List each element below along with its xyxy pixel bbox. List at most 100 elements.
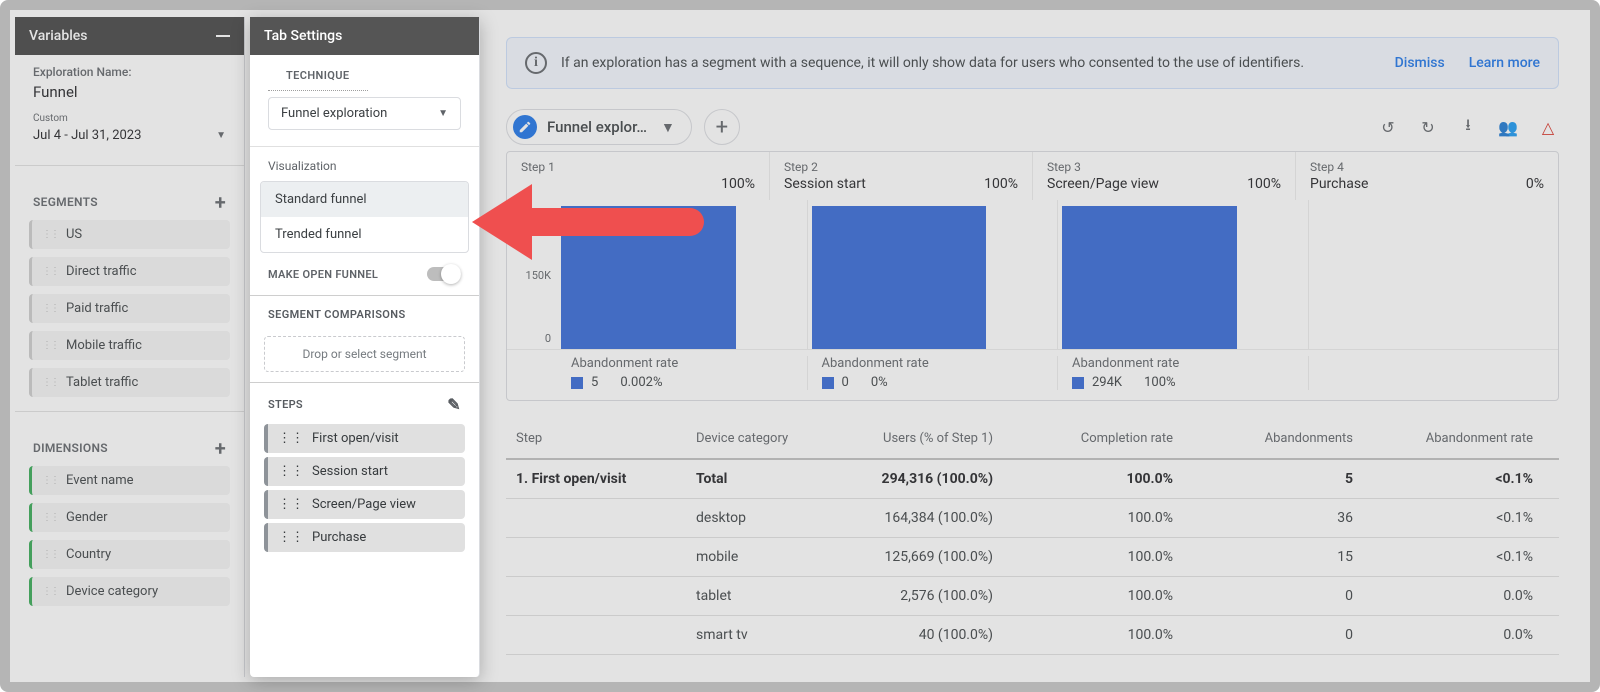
cell-users: 164,384 (100.0%) [866, 510, 1009, 526]
open-funnel-toggle[interactable] [427, 267, 461, 281]
grip-icon: ⋮⋮ [278, 431, 304, 446]
col-header: Device category [696, 431, 866, 446]
legend-swatch [1072, 377, 1084, 389]
cell-device: tablet [696, 588, 866, 604]
segment-chip[interactable]: ⋮⋮ Direct traffic [29, 257, 230, 286]
learn-more-link[interactable]: Learn more [1469, 55, 1540, 71]
edit-steps-icon[interactable]: ✎ [447, 395, 461, 414]
grip-icon: ⋮⋮ [42, 377, 58, 388]
steps-label: STEPS [268, 398, 303, 411]
table-row[interactable]: 1. First open/visitTotal294,316 (100.0%)… [506, 460, 1559, 499]
date-range-picker[interactable]: Jul 4 - Jul 31, 2023 ▼ [33, 124, 226, 147]
cell-device: mobile [696, 549, 866, 565]
step-chip[interactable]: ⋮⋮Screen/Page view [264, 490, 465, 519]
download-icon[interactable]: ⭳ [1457, 116, 1479, 138]
cell-device: Total [696, 471, 866, 487]
step-chip[interactable]: ⋮⋮Purchase [264, 523, 465, 552]
cell-arate: <0.1% [1369, 471, 1549, 487]
info-banner: i If an exploration has a segment with a… [506, 37, 1559, 89]
dismiss-link[interactable]: Dismiss [1395, 55, 1445, 71]
add-dimension-button[interactable]: + [215, 438, 226, 458]
chip-label: Device category [66, 584, 158, 599]
table-row[interactable]: tablet2,576 (100.0%)100.0%00.0% [506, 577, 1559, 616]
cell-users: 294,316 (100.0%) [866, 471, 1009, 487]
cell-device: smart tv [696, 627, 866, 643]
dimension-chip[interactable]: ⋮⋮Device category [29, 577, 230, 606]
cell-aband: 0 [1189, 588, 1369, 604]
active-tab[interactable]: Funnel explor… ▼ [506, 109, 692, 145]
variables-header: Variables [15, 17, 244, 55]
minimize-icon[interactable] [216, 35, 230, 37]
table-row[interactable]: mobile125,669 (100.0%)100.0%15<0.1% [506, 538, 1559, 577]
chip-label: Screen/Page view [312, 497, 416, 512]
open-funnel-label: MAKE OPEN FUNNEL [268, 268, 378, 281]
add-tab-button[interactable]: + [704, 109, 740, 145]
share-icon[interactable]: 👥 [1497, 116, 1519, 138]
cell-users: 40 (100.0%) [866, 627, 1009, 643]
visualization-label: Visualization [250, 147, 479, 177]
abandonment-value: 5 [591, 375, 598, 390]
chip-label: Direct traffic [66, 264, 137, 279]
step-name: Purchase [1310, 176, 1368, 192]
segments-header: SEGMENTS [33, 195, 98, 209]
warning-icon[interactable]: △ [1537, 116, 1559, 138]
undo-icon[interactable]: ↺ [1377, 116, 1399, 138]
chip-label: Gender [66, 510, 108, 525]
viz-option-standard[interactable]: Standard funnel [261, 182, 468, 217]
table-row[interactable]: smart tv40 (100.0%)100.0%00.0% [506, 616, 1559, 655]
dimension-chip[interactable]: ⋮⋮ Gender [29, 503, 230, 532]
legend-swatch [822, 377, 834, 389]
cell-completion: 100.0% [1009, 588, 1189, 604]
chip-label: Event name [66, 473, 134, 488]
exploration-name-value[interactable]: Funnel [33, 83, 226, 101]
data-table: StepDevice categoryUsers (% of Step 1)Co… [506, 419, 1559, 655]
chip-label: Tablet traffic [66, 375, 138, 390]
cell-arate: <0.1% [1369, 510, 1549, 526]
grip-icon: ⋮⋮ [42, 266, 58, 277]
abandonment-value: 294K [1092, 375, 1122, 390]
table-row[interactable]: desktop164,384 (100.0%)100.0%36<0.1% [506, 499, 1559, 538]
segment-chip[interactable]: ⋮⋮ Mobile traffic [29, 331, 230, 360]
grip-icon: ⋮⋮ [42, 340, 58, 351]
exploration-name-label: Exploration Name: [33, 65, 226, 79]
grip-icon: ⋮⋮ [42, 475, 58, 486]
info-icon: i [525, 52, 547, 74]
variables-panel: Variables Exploration Name: Funnel Custo… [15, 17, 245, 677]
dimension-chip[interactable]: ⋮⋮ Country [29, 540, 230, 569]
abandonment-label: Abandonment rate [571, 356, 793, 371]
redo-icon[interactable]: ↻ [1417, 116, 1439, 138]
abandonment-value: 0 [842, 375, 849, 390]
edit-icon [513, 115, 537, 139]
step-chip[interactable]: ⋮⋮First open/visit [264, 424, 465, 453]
chip-label: Country [66, 547, 111, 562]
step-pct: 100% [984, 176, 1018, 192]
abandonment-label: Abandonment rate [1072, 356, 1294, 371]
col-header: Abandonment rate [1369, 431, 1549, 446]
chip-label: Mobile traffic [66, 338, 142, 353]
dimension-chip[interactable]: ⋮⋮ Event name [29, 466, 230, 495]
grip-icon: ⋮⋮ [42, 549, 58, 560]
col-header: Abandonments [1189, 431, 1369, 446]
segment-chip[interactable]: ⋮⋮ Tablet traffic [29, 368, 230, 397]
segment-chip[interactable]: ⋮⋮Paid traffic [29, 294, 230, 323]
segment-drop-target[interactable]: Drop or select segment [264, 336, 465, 372]
grip-icon: ⋮⋮ [42, 512, 58, 523]
chevron-down-icon: ▼ [216, 130, 226, 141]
cell-step: 1. First open/visit [516, 471, 696, 487]
step-chip[interactable]: ⋮⋮Session start [264, 457, 465, 486]
segment-comparisons-label: SEGMENT COMPARISONS [250, 296, 424, 330]
add-segment-button[interactable]: + [215, 192, 226, 212]
segment-chip[interactable]: ⋮⋮US [29, 220, 230, 249]
chip-label: Paid traffic [66, 301, 128, 316]
technique-dropdown[interactable]: Funnel exploration ▼ [268, 97, 461, 130]
viz-option-trended[interactable]: Trended funnel [261, 217, 468, 252]
cell-completion: 100.0% [1009, 510, 1189, 526]
step-pct: 0% [1526, 176, 1544, 192]
step-tag: Step 4 [1310, 160, 1544, 174]
legend-swatch [571, 377, 583, 389]
step-tag: Step 3 [1047, 160, 1281, 174]
col-header: Step [516, 431, 696, 446]
step-pct: 100% [721, 176, 755, 192]
abandonment-pct: 0% [871, 375, 888, 390]
bar [1062, 206, 1237, 349]
